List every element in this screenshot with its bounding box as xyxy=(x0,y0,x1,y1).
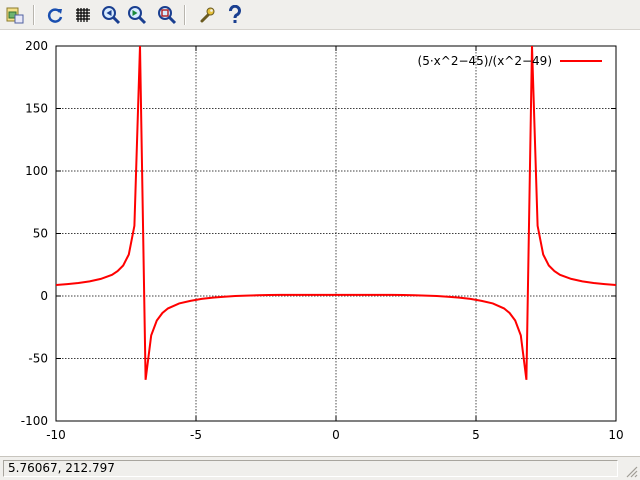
resize-grip-icon[interactable] xyxy=(624,464,638,478)
zoom-back-icon xyxy=(102,6,121,25)
toolbar-separator xyxy=(184,5,186,25)
y-tick-label: -50 xyxy=(28,352,48,366)
y-tick-label: 0 xyxy=(40,289,48,303)
y-tick-labels: -100 -50 0 50 100 150 200 xyxy=(21,39,48,428)
x-tick-label: -5 xyxy=(190,428,202,442)
toolbar xyxy=(0,0,640,30)
toolbar-separator xyxy=(33,5,35,25)
y-tick-label: 100 xyxy=(25,164,48,178)
help-icon xyxy=(229,5,241,23)
zoom-forward-icon xyxy=(128,6,147,25)
plot-canvas[interactable]: -10 -5 0 5 10 -100-50050100150200 (5·x^2−45)… xyxy=(0,30,640,456)
refresh-icon xyxy=(47,8,63,23)
legend-label: (5·x^2−45)/(x^2−49) xyxy=(418,54,552,68)
grid-icon xyxy=(76,8,90,22)
y-tick-label: 200 xyxy=(25,39,48,53)
x-tick-label: -10 xyxy=(46,428,66,442)
next-zoom-button[interactable] xyxy=(126,4,148,26)
y-tick-label: 150 xyxy=(25,102,48,116)
help-button[interactable] xyxy=(224,4,246,26)
replot-button[interactable] xyxy=(44,4,66,26)
previous-zoom-button[interactable] xyxy=(100,4,122,26)
export-button[interactable] xyxy=(4,4,26,26)
settings-button[interactable] xyxy=(196,4,218,26)
autoscale-button[interactable] xyxy=(156,4,178,26)
export-image-icon xyxy=(6,7,24,24)
x-tick-label: 10 xyxy=(608,428,623,442)
y-tick-label: -100 xyxy=(21,414,48,428)
y-tick-label: 50 xyxy=(33,227,48,241)
zoom-fit-icon xyxy=(158,6,177,25)
cursor-coordinates: 5.76067, 212.797 xyxy=(3,460,618,477)
grid-button[interactable] xyxy=(72,4,94,26)
x-tick-label: 0 xyxy=(332,428,340,442)
wrench-icon xyxy=(200,7,215,23)
x-tick-labels: -10 -5 0 5 10 xyxy=(46,428,623,442)
status-bar: 5.76067, 212.797 xyxy=(0,456,640,480)
x-tick-label: 5 xyxy=(472,428,480,442)
